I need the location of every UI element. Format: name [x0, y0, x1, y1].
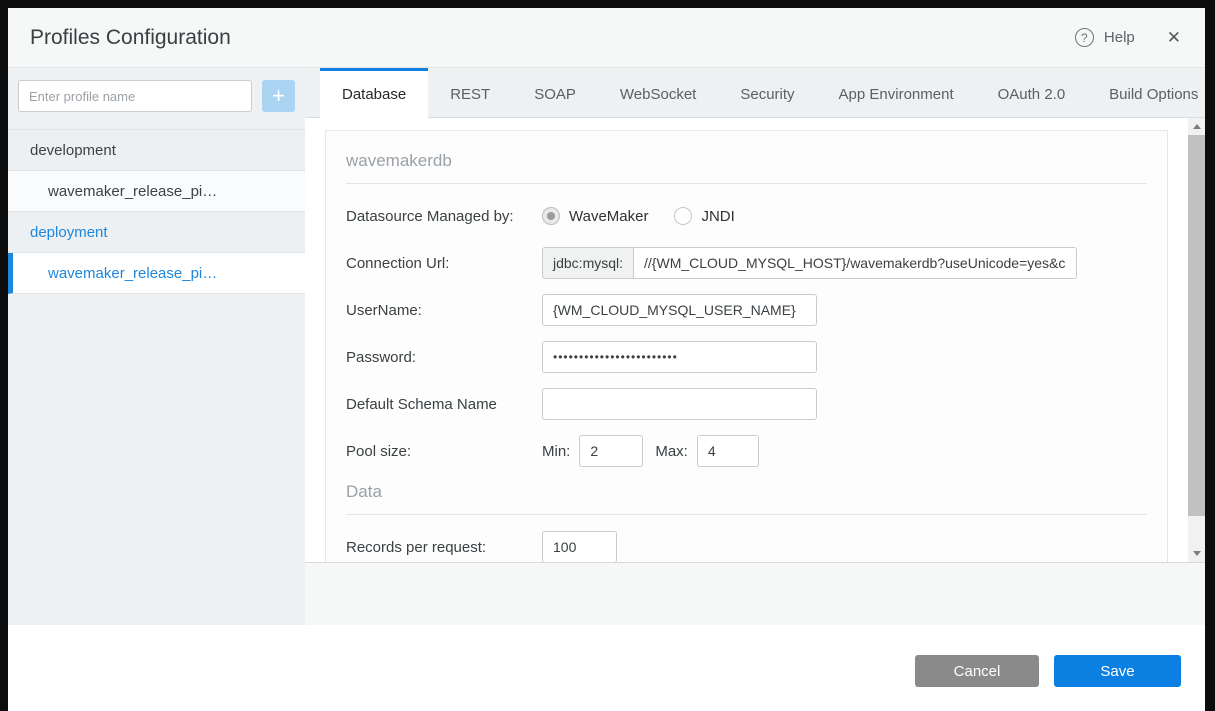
radio-wavemaker-label: WaveMaker [569, 208, 648, 225]
jdbc-prefix: jdbc:mysql: [542, 247, 634, 279]
close-icon[interactable]: ✕ [1167, 28, 1181, 48]
scrollbar-thumb[interactable] [1188, 135, 1205, 516]
connection-url-input[interactable] [633, 247, 1077, 279]
records-per-request-input[interactable] [542, 531, 617, 562]
password-label: Password: [346, 349, 542, 366]
connection-url-label: Connection Url: [346, 255, 542, 272]
database-form-card: wavemakerdb Datasource Managed by: WaveM… [325, 130, 1168, 562]
default-schema-input[interactable] [542, 388, 817, 420]
tab-database[interactable]: Database [320, 68, 428, 118]
tab-websocket[interactable]: WebSocket [598, 68, 718, 117]
username-input[interactable] [542, 294, 817, 326]
profiles-sidebar: + development wavemaker_release_pi… depl… [8, 68, 305, 625]
records-per-request-row: Records per request: [346, 531, 1147, 562]
scrollbar-track[interactable] [1188, 135, 1205, 545]
radio-unselected-icon[interactable] [674, 207, 692, 225]
pool-min-label: Min: [542, 443, 570, 460]
tab-bar: Database REST SOAP WebSocket Security Ap… [305, 68, 1205, 118]
default-schema-label: Default Schema Name [346, 396, 542, 413]
pool-max-input[interactable] [697, 435, 759, 467]
main-panel: Database REST SOAP WebSocket Security Ap… [305, 68, 1205, 625]
datasource-label: Datasource Managed by: [346, 208, 542, 225]
connection-url-row: Connection Url: jdbc:mysql: [346, 247, 1147, 279]
tab-app-environment[interactable]: App Environment [817, 68, 976, 117]
profile-name-input[interactable] [18, 80, 252, 112]
tab-security[interactable]: Security [718, 68, 816, 117]
pool-size-row: Pool size: Min: Max: [346, 435, 1147, 467]
dialog-header: Profiles Configuration ? Help ✕ [8, 8, 1205, 68]
scroll-down-icon [1193, 551, 1201, 556]
help-link[interactable]: Help [1104, 29, 1135, 46]
save-button[interactable]: Save [1054, 655, 1181, 687]
page-title: Profiles Configuration [30, 26, 1075, 50]
cancel-button[interactable]: Cancel [915, 655, 1039, 687]
scroll-up-icon [1193, 124, 1201, 129]
tab-oauth[interactable]: OAuth 2.0 [976, 68, 1088, 117]
default-schema-row: Default Schema Name [346, 388, 1147, 420]
help-question-icon[interactable]: ? [1075, 28, 1094, 47]
radio-jndi-label: JNDI [701, 208, 734, 225]
password-input[interactable] [542, 341, 817, 373]
pool-min-input[interactable] [579, 435, 643, 467]
password-row: Password: [346, 341, 1147, 373]
add-profile-button[interactable]: + [262, 80, 295, 112]
sidebar-item-wavemaker-release-deploy[interactable]: wavemaker_release_pi… [8, 253, 305, 294]
username-row: UserName: [346, 294, 1147, 326]
profiles-configuration-dialog: Profiles Configuration ? Help ✕ + develo… [8, 8, 1205, 711]
panel-lower-strip [305, 563, 1205, 625]
radio-jndi[interactable]: JNDI [674, 207, 734, 225]
radio-selected-icon[interactable] [542, 207, 560, 225]
pool-max-label: Max: [655, 443, 688, 460]
pool-size-label: Pool size: [346, 443, 542, 460]
sidebar-item-deployment[interactable]: deployment [8, 212, 305, 253]
radio-wavemaker[interactable]: WaveMaker [542, 207, 648, 225]
data-section-title: Data [346, 482, 1147, 502]
section-divider [346, 183, 1147, 184]
scroll-down-button[interactable] [1188, 545, 1205, 562]
db-section-title: wavemakerdb [346, 151, 1147, 171]
scroll-up-button[interactable] [1188, 118, 1205, 135]
dialog-footer: Cancel Save [8, 625, 1205, 711]
tab-content-viewport: wavemakerdb Datasource Managed by: WaveM… [305, 118, 1205, 563]
tab-rest[interactable]: REST [428, 68, 512, 117]
sidebar-item-wavemaker-release-dev[interactable]: wavemaker_release_pi… [8, 171, 305, 212]
section-divider [346, 514, 1147, 515]
username-label: UserName: [346, 302, 542, 319]
tab-build-options[interactable]: Build Options [1087, 68, 1215, 117]
sidebar-item-development[interactable]: development [8, 130, 305, 171]
vertical-scrollbar[interactable] [1188, 118, 1205, 562]
profile-list: development wavemaker_release_pi… deploy… [8, 129, 305, 294]
tab-soap[interactable]: SOAP [512, 68, 598, 117]
datasource-row: Datasource Managed by: WaveMaker JNDI [346, 200, 1147, 232]
records-per-request-label: Records per request: [346, 539, 542, 556]
